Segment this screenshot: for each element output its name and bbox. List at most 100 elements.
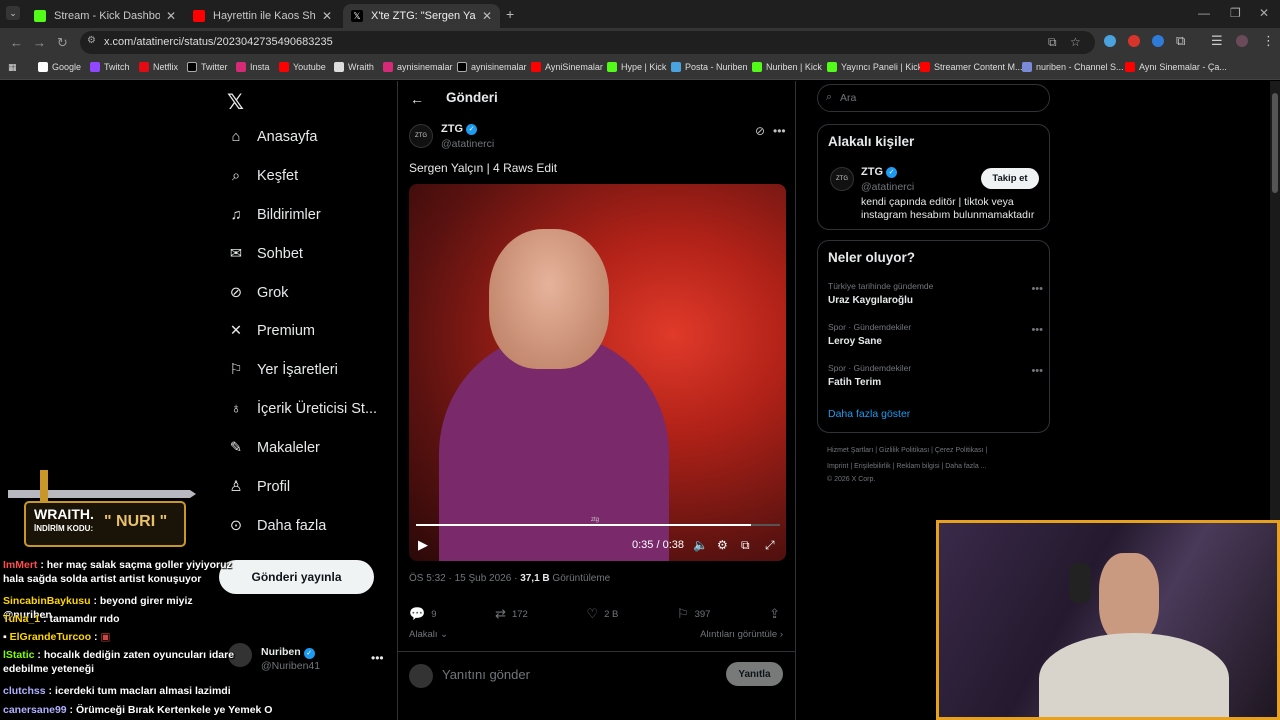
close-icon[interactable]: ✕ (166, 9, 176, 23)
nav-premium[interactable]: ✕ Premium (227, 322, 315, 340)
nav-explore[interactable]: ⌕ Keşfet (227, 167, 298, 185)
bookmark-aynisinemalar-x[interactable]: aynisinemalar (457, 62, 527, 72)
back-icon[interactable]: ← (10, 35, 23, 50)
minimize-icon[interactable]: — (1198, 6, 1210, 20)
more-dots-icon[interactable]: ••• (371, 651, 384, 665)
close-icon[interactable]: ✕ (482, 9, 492, 23)
nav-notifications[interactable]: ♫ Bildirimler (227, 206, 321, 224)
author-handle[interactable]: @atatinerci (441, 138, 494, 150)
video-progress-bar[interactable] (416, 524, 780, 526)
related-dropdown[interactable]: Alakalı ⌄ (409, 629, 448, 640)
reply-input[interactable]: Yanıtını gönder (442, 667, 530, 682)
bookmark-posta[interactable]: Posta - Nuriben (671, 62, 748, 72)
trend-item[interactable]: Spor · Gündemdekiler Fatih Terim ••• (828, 363, 1043, 388)
x-logo-icon[interactable]: 𝕏 (227, 90, 244, 115)
bookmark-netflix[interactable]: Netflix (139, 62, 178, 72)
search-input[interactable]: ⌕ Ara (817, 84, 1050, 112)
reply-button[interactable]: Yanıtla (726, 662, 783, 686)
bookmark-twitter[interactable]: Twitter (187, 62, 228, 72)
site-info-icon[interactable]: ⚙ (87, 35, 96, 46)
settings-gear-icon[interactable]: ⚙ (717, 538, 728, 552)
footer-links[interactable]: Imprint | Erişilebilirlik | Reklam bilgi… (827, 463, 987, 470)
bookmark-ayni-sinemalar[interactable]: Aynı Sinemalar - Ça... (1125, 62, 1227, 72)
tab-search-list-icon[interactable]: ☰ (1211, 33, 1223, 49)
more-dots-icon[interactable]: ••• (1031, 283, 1043, 295)
dock-icon[interactable]: ⧉ (741, 538, 750, 553)
bookmark-streamer-content[interactable]: Streamer Content M... (920, 62, 1023, 72)
video-player[interactable]: ztg ▶ 0:35 / 0:38 🔈 ⚙ ⧉ ⤢ (409, 184, 786, 561)
browser-tab-kick[interactable]: Stream - Kick Dashboard ✕ (26, 4, 184, 28)
nav-home[interactable]: ⌂ Anasayfa (227, 128, 318, 146)
more-dots-icon[interactable]: ••• (1031, 365, 1043, 377)
back-arrow-icon[interactable]: ← (410, 91, 424, 107)
nav-bookmarks[interactable]: ⚐ Yer İşaretleri (227, 361, 338, 379)
browser-tab-youtube[interactable]: Hayrettin ile Kaos Show - 2.Sez... ✕ (185, 4, 340, 28)
extension-icon[interactable] (1128, 35, 1140, 47)
profile-avatar[interactable] (1236, 35, 1248, 47)
avatar[interactable]: ZTG (830, 167, 854, 191)
show-more-link[interactable]: Daha fazla göster (828, 408, 910, 420)
nav-chat[interactable]: ✉ Sohbet (227, 245, 303, 263)
author-avatar[interactable]: ZTG (409, 124, 433, 148)
scrollbar-thumb[interactable] (1272, 93, 1278, 193)
bookmark-yayinci-paneli[interactable]: Yayıncı Paneli | Kick (827, 62, 922, 72)
play-icon[interactable]: ▶ (418, 537, 428, 553)
restore-icon[interactable]: ❐ (1230, 6, 1241, 20)
nav-creator-studio[interactable]: ♁ İçerik Üreticisi St... (227, 400, 377, 418)
trend-item[interactable]: Spor · Gündemdekiler Leroy Sane ••• (828, 322, 1043, 347)
address-bar[interactable]: ⚙ x.com/atatinerci/status/20230427354906… (80, 31, 1095, 54)
tab-search-icon[interactable]: ⌄ (6, 6, 20, 20)
fullscreen-icon[interactable]: ⤢ (765, 538, 775, 553)
trend-item[interactable]: Türkiye tarihinde gündemde Uraz Kaygılaro… (828, 281, 1043, 306)
bookmark-nuriben-channel[interactable]: nuriben - Channel S... (1022, 62, 1124, 72)
netflix-icon (139, 62, 149, 72)
repost-action[interactable]: ⇄ 172 (495, 606, 528, 622)
puzzle-icon[interactable]: ⧉ (1176, 33, 1185, 49)
forward-icon[interactable]: → (33, 35, 46, 50)
person-name[interactable]: ZTG (861, 166, 883, 178)
bookmark-twitch[interactable]: Twitch (90, 62, 130, 72)
bookmark-hype-kick[interactable]: Hype | Kick (607, 62, 666, 72)
nav-grok[interactable]: ⊘ Grok (227, 284, 289, 302)
bookmark-icon: ⚐ (676, 606, 689, 621)
view-quotes-link[interactable]: Alıntıları görüntüle › (700, 629, 783, 640)
apps-icon[interactable]: ▦ (8, 62, 17, 73)
person-handle[interactable]: @atatinerci (861, 181, 914, 193)
bookmark-google[interactable]: Google (38, 62, 81, 72)
new-tab-icon[interactable]: + (506, 6, 514, 22)
bookmark-nuriben-kick[interactable]: Nuriben | Kick (752, 62, 822, 72)
more-dots-icon[interactable]: ••• (1031, 324, 1043, 336)
kebab-menu-icon[interactable]: ⋮ (1262, 33, 1275, 49)
bookmark-action[interactable]: ⚐ 397 (677, 606, 711, 622)
bookmark-insta[interactable]: Insta (236, 62, 270, 72)
star-icon[interactable]: ☆ (1070, 35, 1081, 49)
reload-icon[interactable]: ↻ (57, 35, 68, 51)
url-text[interactable]: x.com/atatinerci/status/2023042735490683… (104, 36, 333, 48)
extension-icon[interactable] (1152, 35, 1164, 47)
browser-tab-x[interactable]: 𝕏 X'te ZTG: "Sergen Yalçın | 4 Raw... ✕ (343, 4, 500, 28)
nav-articles[interactable]: ✎ Makaleler (227, 439, 320, 457)
like-action[interactable]: ♡ 2 B (586, 606, 618, 622)
grok-icon[interactable]: ⊘ (755, 124, 765, 138)
footer-links[interactable]: Hizmet Şartları | Gizlilik Politikası | … (827, 447, 987, 454)
bookmark-wraith[interactable]: Wraith (334, 62, 374, 72)
window-close-icon[interactable]: ✕ (1259, 6, 1269, 20)
close-icon[interactable]: ✕ (322, 9, 332, 23)
author-name[interactable]: ZTG (441, 123, 463, 135)
volume-icon[interactable]: 🔈 (693, 538, 708, 552)
x-logo-icon: 𝕏 (351, 10, 363, 22)
video-progress-fill (416, 524, 751, 526)
reply-action[interactable]: 💬 9 (409, 606, 436, 622)
follow-button[interactable]: Takip et (981, 168, 1039, 189)
install-icon[interactable]: ⧉ (1048, 35, 1057, 50)
share-action[interactable]: ⇪ (769, 606, 786, 622)
nav-more[interactable]: ⊙ Daha fazla (227, 517, 326, 535)
kick-icon (752, 62, 762, 72)
extension-icon[interactable] (1104, 35, 1116, 47)
bookmark-aynisinemalar-yt[interactable]: AyniSinemalar (531, 62, 603, 72)
nav-profile[interactable]: ♙ Profil (227, 478, 291, 496)
mail-icon (671, 62, 681, 72)
bookmark-aynisinemalar[interactable]: aynisinemalar (383, 62, 453, 72)
bookmark-youtube[interactable]: Youtube (279, 62, 326, 72)
more-dots-icon[interactable]: ••• (773, 124, 786, 138)
